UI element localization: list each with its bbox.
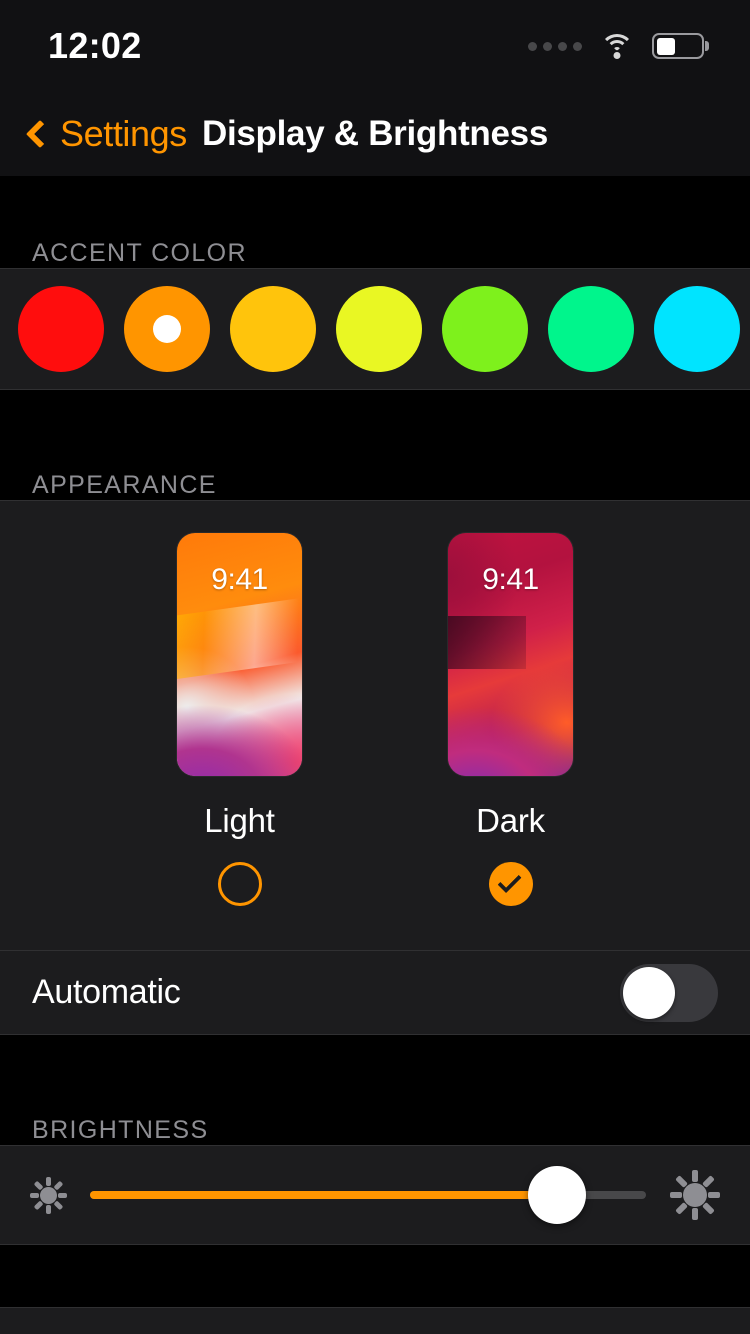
appearance-option-light[interactable]: 9:41 Light [177, 533, 302, 906]
check-icon [497, 869, 522, 894]
brightness-header-label: BRIGHTNESS [32, 1116, 209, 1144]
accent-swatch-amber[interactable] [230, 286, 316, 372]
light-mode-label: Light [204, 802, 275, 839]
light-preview-notification-card [186, 625, 293, 677]
appearance-option-dark[interactable]: 9:41 Dark [448, 533, 573, 906]
section-gap [0, 390, 750, 442]
section-gap [0, 176, 750, 206]
light-preview-notification-card [186, 686, 293, 738]
accent-swatch-red[interactable] [18, 286, 104, 372]
sun-small-icon [26, 1173, 70, 1217]
dark-preview-time: 9:41 [482, 563, 539, 596]
dark-preview-notification-card [457, 625, 564, 677]
light-preview-time: 9:41 [211, 563, 268, 596]
status-bar-clock: 12:02 [48, 25, 142, 66]
battery-icon [652, 33, 709, 59]
accent-swatch-lime[interactable] [336, 286, 422, 372]
slider-thumb[interactable] [528, 1166, 587, 1224]
sun-large-icon [666, 1166, 724, 1224]
display-brightness-screen: 12:02 Settings Display & Brightness ACCE… [0, 0, 750, 1334]
accent-swatch-green[interactable] [442, 286, 528, 372]
appearance-mode-chooser: 9:41 Light 9:41 Dark [0, 501, 750, 916]
accent-swatch-cyan[interactable] [654, 286, 740, 372]
automatic-row[interactable]: Automatic [0, 950, 750, 1034]
accent-swatch-spring[interactable] [548, 286, 634, 372]
accent-swatch-orange[interactable] [124, 286, 210, 372]
appearance-header-label: APPEARANCE [32, 471, 217, 499]
light-mode-radio[interactable] [217, 862, 262, 906]
dark-mode-radio[interactable] [488, 862, 533, 906]
automatic-label: Automatic [32, 973, 181, 1011]
accent-color-header-label: ACCENT COLOR [32, 239, 247, 267]
section-gap [0, 1245, 750, 1307]
wifi-icon [600, 33, 634, 59]
brightness-slider[interactable] [90, 1166, 646, 1224]
light-mode-preview: 9:41 [177, 533, 302, 776]
automatic-toggle[interactable] [620, 963, 718, 1022]
toggle-knob [623, 966, 675, 1019]
cellular-signal-icon [528, 41, 582, 51]
accent-color-swatch-list[interactable] [0, 268, 750, 390]
dark-preview-notification-card [457, 686, 564, 738]
brightness-cell [0, 1145, 750, 1245]
dark-mode-preview: 9:41 [448, 533, 573, 776]
navigation-bar: Settings Display & Brightness [0, 92, 750, 176]
accent-selected-indicator [153, 315, 181, 343]
accent-color-section-header: ACCENT COLOR [0, 206, 750, 268]
chevron-left-icon [25, 119, 55, 149]
back-button-label: Settings [60, 113, 187, 154]
section-gap [0, 1035, 750, 1087]
status-bar: 12:02 [0, 0, 750, 92]
slider-track-fill [90, 1191, 558, 1199]
back-button[interactable]: Settings [25, 113, 187, 155]
appearance-section-header: APPEARANCE [0, 442, 750, 500]
brightness-section-header: BRIGHTNESS [0, 1087, 750, 1145]
appearance-cell: 9:41 Light 9:41 Dark Automatic [0, 500, 750, 1035]
status-bar-indicators [528, 33, 709, 59]
next-section-cell [0, 1307, 750, 1334]
dark-mode-label: Dark [476, 802, 545, 839]
